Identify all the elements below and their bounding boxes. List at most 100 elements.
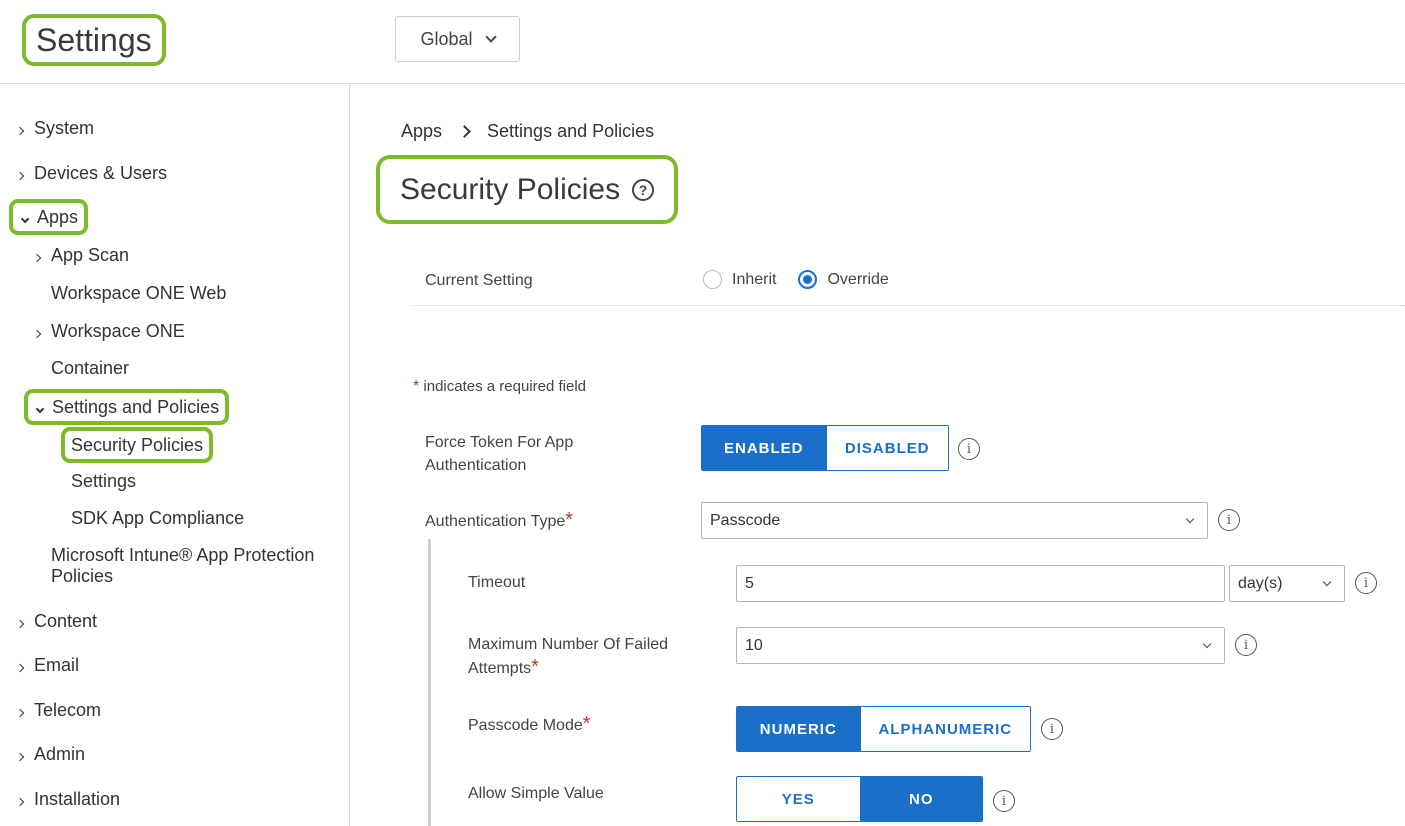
allow-simple-value-no-button[interactable]: NO	[859, 777, 982, 821]
sidebar-item-devices-users[interactable]: Devices & Users	[14, 163, 167, 184]
sidebar-item-label: Telecom	[34, 700, 102, 720]
chevron-right-icon	[15, 171, 25, 180]
sidebar-item-label: System	[34, 118, 95, 138]
organization-scope-dropdown[interactable]: Global	[395, 16, 520, 62]
chevron-right-icon	[15, 663, 25, 672]
sidebar-item-system[interactable]: System	[14, 118, 94, 139]
sidebar-item-settings-and-policies[interactable]: Settings and Policies	[24, 389, 230, 425]
app-header: Settings Global	[0, 0, 1405, 84]
help-icon[interactable]: ?	[632, 178, 655, 201]
allow-simple-value-toggle: YES NO	[736, 776, 983, 822]
current-setting-row	[412, 258, 1405, 306]
max-failed-attempts-label: Maximum Number Of Failed Attempts*	[468, 633, 708, 680]
chevron-right-icon	[15, 797, 25, 806]
allow-simple-value-yes-button[interactable]: YES	[737, 777, 860, 821]
sidebar-item-label: Admin	[34, 744, 86, 764]
force-token-enabled-button[interactable]: ENABLED	[702, 426, 826, 470]
required-star: *	[413, 378, 420, 395]
page-title: Security Policies ?	[376, 155, 679, 224]
nested-settings-indicator	[428, 539, 431, 826]
required-star: *	[531, 656, 539, 678]
chevron-down-icon	[484, 31, 497, 43]
chevron-right-icon	[15, 708, 25, 717]
chevron-right-icon	[15, 126, 25, 135]
timeout-unit-select[interactable]: day(s)	[1229, 565, 1345, 602]
sidebar-item-apps[interactable]: Apps	[9, 199, 89, 235]
passcode-mode-alphanumeric-button[interactable]: ALPHANUMERIC	[859, 707, 1030, 751]
sidebar-item-security-policies[interactable]: Security Policies	[61, 427, 214, 463]
sidebar-item-label: Installation	[34, 789, 121, 809]
chevron-down-icon	[20, 214, 30, 224]
sidebar-item-content[interactable]: Content	[14, 611, 97, 632]
timeout-label: Timeout	[468, 574, 526, 591]
breadcrumb-current: Settings and Policies	[487, 121, 655, 141]
chevron-down-icon	[1202, 639, 1212, 649]
passcode-mode-label: Passcode Mode*	[468, 713, 591, 737]
info-icon[interactable]: i	[1218, 509, 1240, 531]
sidebar-item-installation[interactable]: Installation	[14, 789, 120, 810]
chevron-down-icon	[1185, 514, 1195, 524]
sidebar-item-email[interactable]: Email	[14, 655, 79, 676]
timeout-unit-value: day(s)	[1238, 574, 1283, 592]
sidebar-item-label: App Scan	[51, 245, 130, 265]
required-star: *	[565, 509, 574, 531]
chevron-right-icon	[32, 253, 42, 262]
inherit-radio[interactable]	[703, 270, 722, 289]
chevron-right-icon	[15, 619, 25, 628]
chevron-right-icon	[458, 125, 471, 138]
required-star: *	[582, 713, 591, 735]
current-setting-label: Current Setting	[425, 272, 533, 289]
passcode-mode-numeric-button[interactable]: NUMERIC	[737, 707, 860, 751]
sidebar-item-label: Email	[34, 655, 80, 675]
sidebar-item-label: Settings and Policies	[52, 396, 220, 417]
override-radio-label[interactable]: Override	[827, 271, 888, 289]
auth-type-select[interactable]: Passcode	[701, 502, 1208, 539]
info-icon[interactable]: i	[958, 438, 980, 460]
inherit-radio-label[interactable]: Inherit	[732, 271, 776, 289]
sidebar-item-sdk-app-compliance[interactable]: SDK App Compliance	[71, 508, 244, 529]
scope-value: Global	[420, 28, 473, 49]
override-radio[interactable]	[798, 270, 818, 289]
info-icon[interactable]: i	[1041, 718, 1063, 740]
sidebar-item-container[interactable]: Container	[51, 358, 129, 379]
info-icon[interactable]: i	[993, 790, 1015, 812]
sidebar-item-app-scan[interactable]: App Scan	[31, 245, 129, 266]
max-failed-label-text: Maximum Number Of Failed Attempts	[468, 636, 669, 677]
required-field-note: * indicates a required field	[413, 378, 586, 396]
force-token-disabled-button[interactable]: DISABLED	[825, 426, 948, 470]
sidebar-item-settings[interactable]: Settings	[71, 471, 136, 492]
sidebar-item-admin[interactable]: Admin	[14, 744, 85, 765]
chevron-right-icon	[15, 752, 25, 761]
max-failed-value: 10	[745, 636, 763, 654]
info-icon[interactable]: i	[1355, 572, 1377, 594]
sidebar-item-telecom[interactable]: Telecom	[14, 700, 101, 721]
chevron-down-icon	[1322, 577, 1332, 587]
sidebar-item-label: Container	[51, 358, 130, 378]
breadcrumb: Apps Settings and Policies	[401, 121, 654, 142]
timeout-input[interactable]: 5	[736, 565, 1225, 602]
max-failed-attempts-select[interactable]: 10	[736, 627, 1225, 664]
sidebar-item-intune-app-protection[interactable]: Microsoft Intune® App Protection Policie…	[51, 545, 341, 587]
sidebar-item-label: Security Policies	[71, 434, 204, 455]
current-setting-radio-group: Inherit Override	[703, 270, 901, 289]
sidebar-item-label: Workspace ONE	[51, 321, 185, 341]
sidebar-item-label: Devices & Users	[34, 163, 168, 183]
allow-simple-value-label: Allow Simple Value	[468, 785, 604, 802]
passcode-mode-toggle: NUMERIC ALPHANUMERIC	[736, 706, 1031, 752]
auth-type-label: Authentication Type*	[425, 509, 573, 533]
sidebar-item-workspace-one-web[interactable]: Workspace ONE Web	[51, 283, 226, 304]
page-title-text: Security Policies	[400, 172, 621, 206]
auth-type-value: Passcode	[710, 511, 781, 529]
sidebar-item-label: Workspace ONE Web	[51, 283, 227, 303]
sidebar-item-label: Microsoft Intune® App Protection Policie…	[51, 545, 315, 586]
passcode-mode-label-text: Passcode Mode	[468, 717, 583, 734]
required-note-text: indicates a required field	[423, 378, 587, 395]
breadcrumb-apps-link[interactable]: Apps	[401, 121, 442, 142]
app-title: Settings	[22, 14, 166, 66]
sidebar-item-label: Settings	[71, 471, 137, 491]
info-icon[interactable]: i	[1235, 634, 1257, 656]
chevron-down-icon	[35, 404, 45, 414]
force-token-label: Force Token For App Authentication	[425, 434, 574, 474]
sidebar-item-workspace-one[interactable]: Workspace ONE	[31, 321, 185, 342]
force-token-toggle: ENABLED DISABLED	[701, 425, 949, 471]
